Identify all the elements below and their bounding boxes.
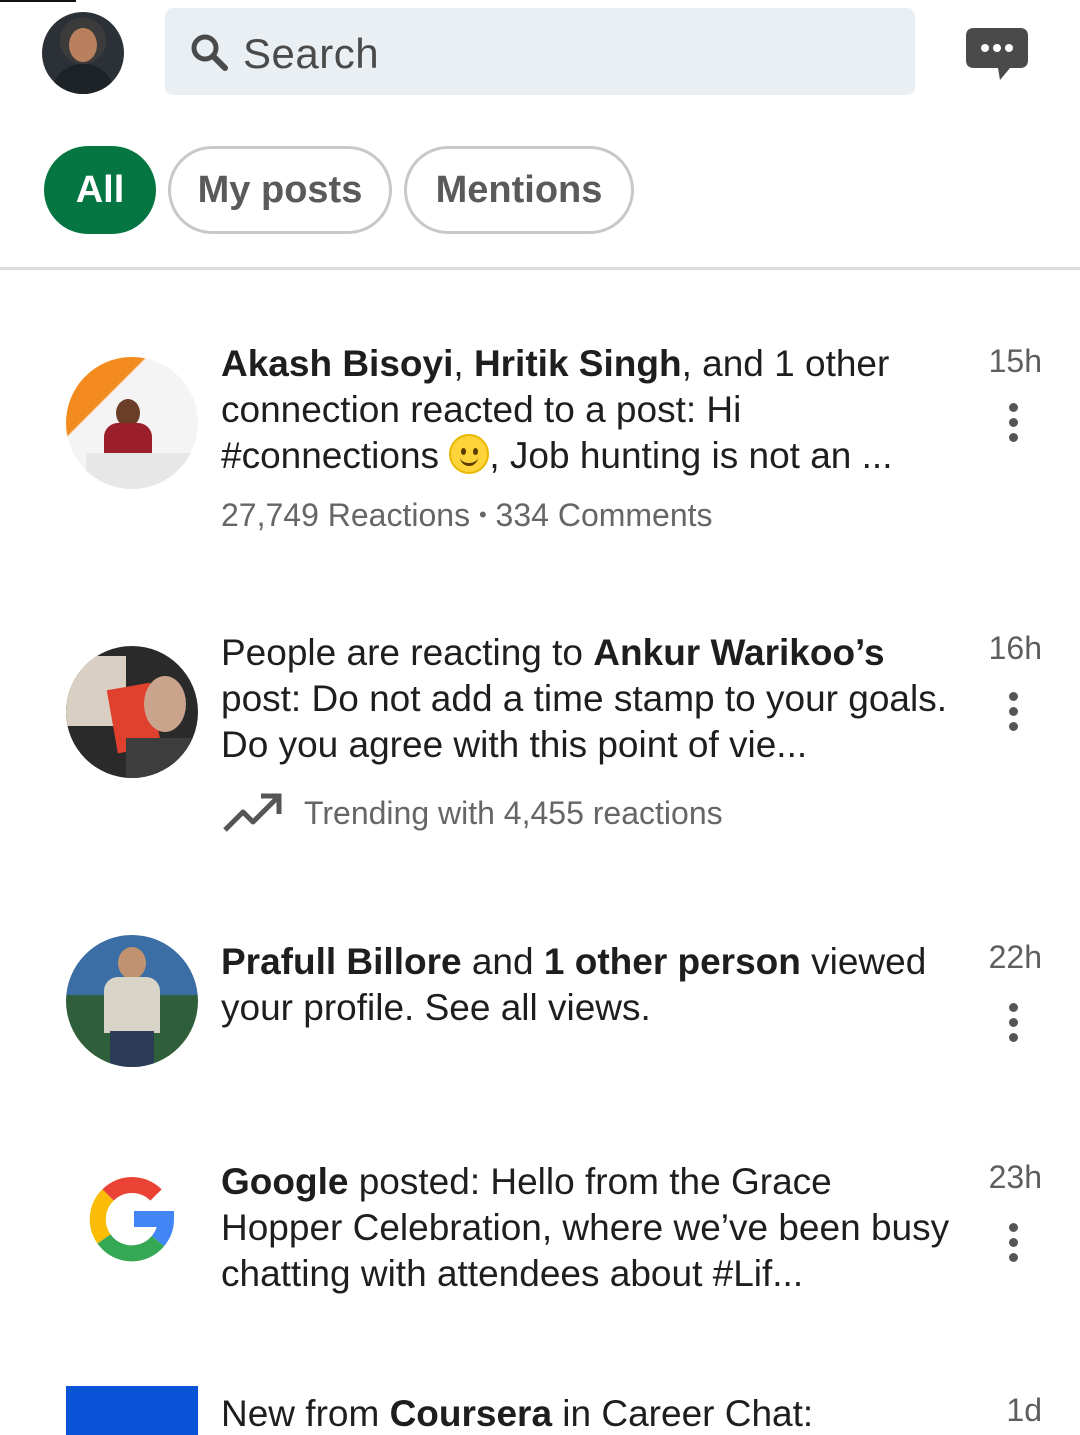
avatar bbox=[66, 646, 198, 778]
coursera-thumbnail bbox=[66, 1386, 198, 1435]
timestamp: 23h bbox=[988, 1159, 1042, 1195]
notification-text: Google posted: Hello from the Grace Hopp… bbox=[221, 1161, 950, 1294]
top-bar: Search bbox=[0, 0, 1080, 110]
timestamp: 22h bbox=[988, 939, 1042, 975]
timestamp: 1d bbox=[1006, 1392, 1042, 1428]
notification-text: People are reacting to Ankur Warikoo’s p… bbox=[221, 632, 947, 765]
post-stats: 27,749 Reactions • 334 Comments bbox=[221, 497, 713, 533]
trending-up-icon bbox=[223, 793, 282, 832]
avatar bbox=[66, 357, 198, 489]
more-vertical-icon[interactable] bbox=[1004, 692, 1024, 732]
filter-all[interactable]: All bbox=[44, 146, 156, 234]
notification-item[interactable]: People are reacting to Ankur Warikoo’s p… bbox=[0, 624, 1080, 864]
notification-text: New from Coursera in Career Chat: bbox=[221, 1393, 814, 1434]
smile-emoji-icon bbox=[449, 434, 490, 474]
timestamp: 16h bbox=[988, 630, 1042, 666]
more-vertical-icon[interactable] bbox=[1004, 1223, 1024, 1263]
notification-item[interactable]: New from Coursera in Career Chat: 1d bbox=[0, 1386, 1080, 1435]
filter-my-posts[interactable]: My posts bbox=[168, 146, 392, 234]
more-vertical-icon[interactable] bbox=[1004, 1003, 1024, 1043]
notification-item[interactable]: Akash Bisoyi, Hritik Singh, and 1 other … bbox=[0, 335, 1080, 575]
notification-item[interactable]: Prafull Billore and 1 other person viewe… bbox=[0, 935, 1080, 1115]
divider bbox=[0, 267, 1080, 270]
trending-text: Trending with 4,455 reactions bbox=[304, 795, 723, 831]
more-vertical-icon[interactable] bbox=[1004, 403, 1024, 443]
avatar bbox=[66, 935, 198, 1067]
search-icon bbox=[191, 34, 228, 71]
profile-avatar[interactable] bbox=[42, 12, 124, 94]
notification-text: Akash Bisoyi, Hritik Singh, and 1 other … bbox=[221, 343, 893, 476]
notification-text: Prafull Billore and 1 other person viewe… bbox=[221, 941, 927, 1028]
search-bar[interactable]: Search bbox=[165, 8, 915, 95]
search-placeholder: Search bbox=[243, 30, 380, 77]
messaging-icon[interactable] bbox=[964, 24, 1030, 82]
filter-mentions[interactable]: Mentions bbox=[404, 146, 634, 234]
google-logo-icon bbox=[89, 1177, 175, 1262]
notification-item[interactable]: Google posted: Hello from the Grace Hopp… bbox=[0, 1155, 1080, 1355]
timestamp: 15h bbox=[988, 343, 1042, 379]
